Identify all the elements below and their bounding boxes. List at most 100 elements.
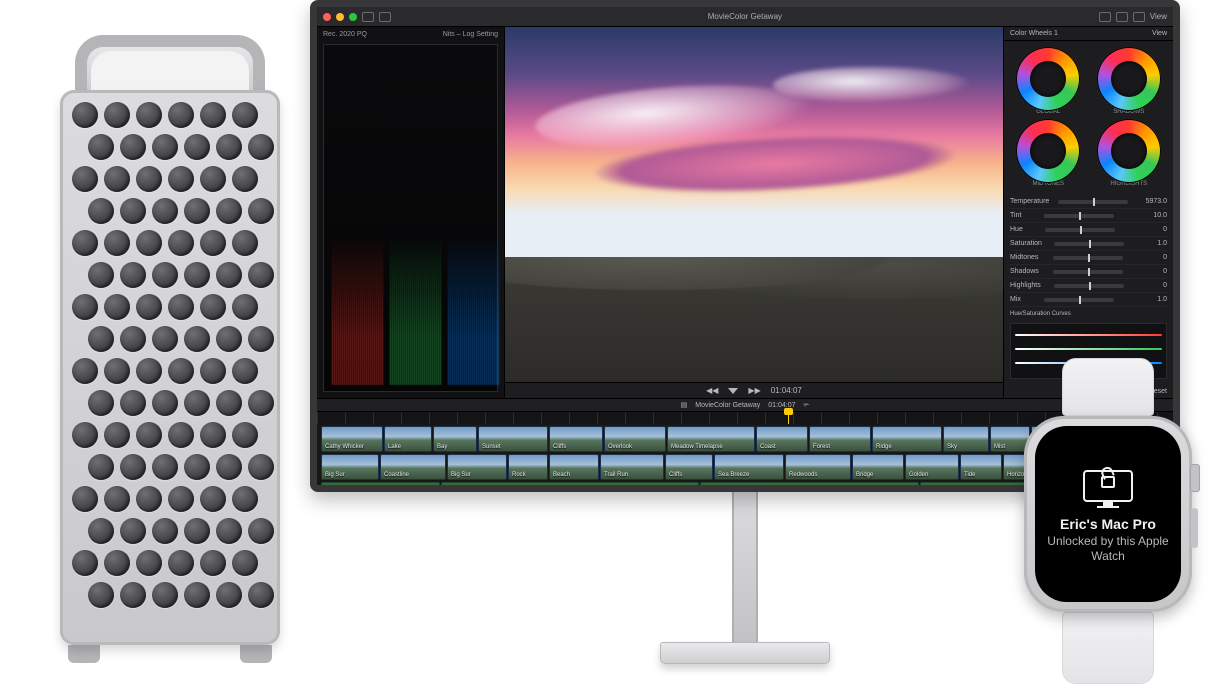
- timeline-clip[interactable]: Bridge: [852, 454, 904, 480]
- rgb-parade-scope[interactable]: [323, 44, 498, 392]
- param-row-hue[interactable]: Hue0: [1010, 223, 1167, 237]
- scopes-mode-label: Rec. 2020 PQ: [323, 31, 367, 38]
- param-slider[interactable]: [1053, 256, 1123, 260]
- param-row-shadows[interactable]: Shadows0: [1010, 265, 1167, 279]
- audio-clip[interactable]: [441, 482, 699, 485]
- clip-label: Cathy Whicker: [325, 444, 364, 450]
- param-slider[interactable]: [1054, 284, 1124, 288]
- timeline-clip[interactable]: Beach: [549, 454, 599, 480]
- timeline-clip[interactable]: Cliffs: [549, 426, 603, 452]
- digital-crown[interactable]: [1190, 464, 1200, 492]
- param-slider[interactable]: [1053, 270, 1123, 274]
- clip-label: Beach: [553, 472, 570, 478]
- inspector-view-menu[interactable]: View: [1152, 30, 1167, 37]
- timeline-clip[interactable]: Tide: [960, 454, 1002, 480]
- timeline-clip[interactable]: Cathy Whicker: [321, 426, 383, 452]
- param-row-highlights[interactable]: Highlights0: [1010, 279, 1167, 293]
- viewer-timecode: 01:04:07: [771, 386, 802, 395]
- clip-label: Cliffs: [553, 444, 566, 450]
- param-name: Tint: [1010, 212, 1021, 219]
- inspector-toggle-icon[interactable]: [1133, 12, 1145, 22]
- clip-label: Coastline: [384, 472, 409, 478]
- color-wheel-shadows[interactable]: [1097, 47, 1161, 111]
- minimize-icon[interactable]: [336, 13, 344, 21]
- param-slider[interactable]: [1058, 200, 1128, 204]
- param-row-saturation[interactable]: Saturation1.0: [1010, 237, 1167, 251]
- close-icon[interactable]: [323, 13, 331, 21]
- color-wheel-highlights[interactable]: [1097, 119, 1161, 183]
- timeline-clip[interactable]: Big Sur: [447, 454, 507, 480]
- timeline-tools-icon[interactable]: ✃: [803, 401, 809, 409]
- timeline-clip[interactable]: Sky: [943, 426, 989, 452]
- skip-forward-icon[interactable]: ▶▶: [748, 386, 760, 395]
- share-icon[interactable]: [1099, 12, 1111, 22]
- param-value: 1.0: [1137, 296, 1167, 303]
- clip-label: Big Sur: [451, 472, 471, 478]
- param-slider[interactable]: [1045, 228, 1115, 232]
- color-wheel-global[interactable]: [1016, 47, 1080, 111]
- clip-label: Coast: [760, 444, 776, 450]
- timeline-clip[interactable]: Coast: [756, 426, 808, 452]
- clip-label: Redwoods: [789, 472, 817, 478]
- timeline-clip[interactable]: Rock: [508, 454, 548, 480]
- clip-label: Rock: [512, 472, 526, 478]
- timeline-clip[interactable]: Bay: [433, 426, 477, 452]
- timeline-clip[interactable]: Redwoods: [785, 454, 851, 480]
- inspector-title: Color Wheels 1: [1010, 30, 1058, 37]
- library-icon[interactable]: [362, 12, 374, 22]
- titlebar: MovieColor Getaway View: [317, 7, 1173, 27]
- window-title: MovieColor Getaway: [396, 12, 1094, 21]
- param-row-tint[interactable]: Tint10.0: [1010, 209, 1167, 223]
- timeline-clip[interactable]: Lake: [384, 426, 432, 452]
- clip-label: Forest: [813, 444, 830, 450]
- scopes-options-label[interactable]: Nits – Log Setting: [443, 31, 498, 38]
- apple-watch: Eric's Mac Pro Unlocked by this Apple Wa…: [1018, 358, 1198, 684]
- timeline-clip[interactable]: Trail Run: [600, 454, 664, 480]
- param-name: Mix: [1010, 296, 1021, 303]
- timeline-clip[interactable]: Ridge: [872, 426, 942, 452]
- view-menu[interactable]: View: [1150, 12, 1167, 21]
- scope-green-channel: [390, 225, 442, 385]
- skip-back-icon[interactable]: ◀◀: [706, 386, 718, 395]
- param-slider[interactable]: [1054, 242, 1124, 246]
- preview-terrain: [505, 257, 1003, 398]
- viewer[interactable]: ◀◀ ▶▶ 01:04:07: [505, 27, 1003, 398]
- param-value: 0: [1137, 268, 1167, 275]
- color-wheel-midtones[interactable]: [1016, 119, 1080, 183]
- window-controls[interactable]: [323, 13, 357, 21]
- param-name: Midtones: [1010, 254, 1038, 261]
- timeline-clip[interactable]: Cliffs: [665, 454, 713, 480]
- clip-label: Ridge: [876, 444, 892, 450]
- param-row-temperature[interactable]: Temperature5973.0: [1010, 195, 1167, 209]
- timeline-clip[interactable]: Overlook: [604, 426, 666, 452]
- scope-blue-channel: [448, 225, 500, 385]
- timeline-clip[interactable]: Golden: [905, 454, 959, 480]
- watch-band-bottom: [1062, 612, 1154, 684]
- play-icon[interactable]: [728, 388, 738, 394]
- param-slider[interactable]: [1044, 214, 1114, 218]
- zoom-icon[interactable]: [349, 13, 357, 21]
- display-stand-arm: [732, 492, 758, 642]
- watch-side-button[interactable]: [1191, 508, 1198, 548]
- layout-toggle-icon[interactable]: [1116, 12, 1128, 22]
- audio-clip[interactable]: [700, 482, 918, 485]
- timeline-clip[interactable]: Meadow Timelapse: [667, 426, 755, 452]
- clip-label: Cliffs: [669, 472, 682, 478]
- display-stand-base: [660, 642, 830, 664]
- param-name: Temperature: [1010, 198, 1049, 205]
- timeline-clip[interactable]: Sunset: [478, 426, 548, 452]
- clip-label: Trail Run: [604, 472, 628, 478]
- audio-clip[interactable]: [321, 482, 440, 485]
- timeline-clip[interactable]: Sea Breeze: [714, 454, 784, 480]
- param-row-midtones[interactable]: Midtones0: [1010, 251, 1167, 265]
- param-row-mix[interactable]: Mix 1.0: [1010, 293, 1167, 307]
- timeline-clip[interactable]: Forest: [809, 426, 871, 452]
- import-icon[interactable]: [379, 12, 391, 22]
- timeline-clip[interactable]: Big Sur: [321, 454, 379, 480]
- timeline-index-icon[interactable]: ▤: [681, 401, 688, 409]
- clip-label: Meadow Timelapse: [671, 444, 723, 450]
- param-slider[interactable]: [1044, 298, 1114, 302]
- watch-screen[interactable]: Eric's Mac Pro Unlocked by this Apple Wa…: [1035, 426, 1181, 602]
- unlock-mac-icon: [1079, 464, 1137, 506]
- timeline-clip[interactable]: Coastline: [380, 454, 446, 480]
